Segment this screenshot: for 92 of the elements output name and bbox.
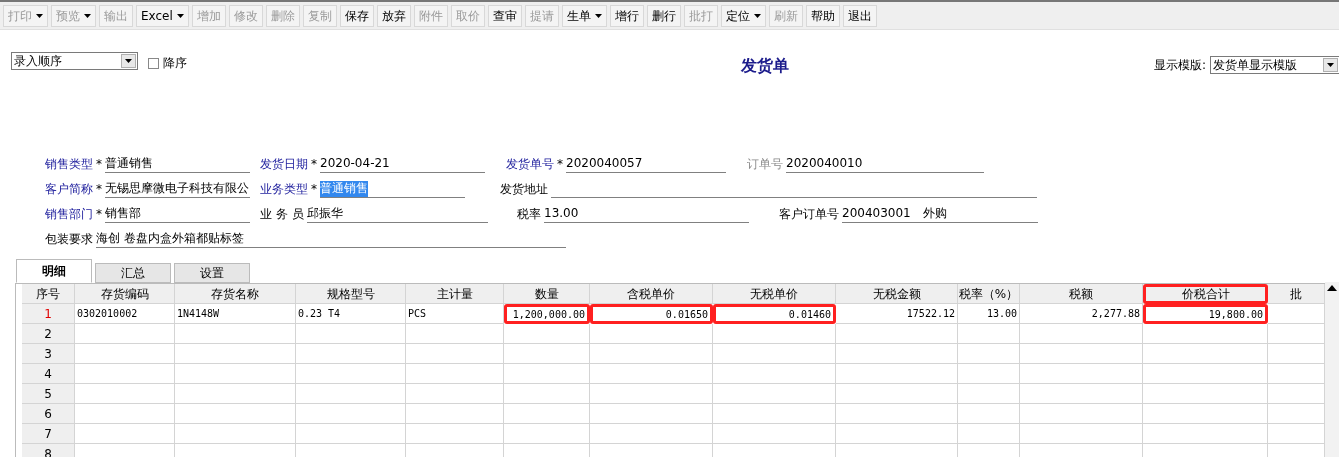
toolbar-button[interactable]: 定位	[720, 4, 766, 27]
required-mark: *	[311, 156, 317, 173]
column-header: 数量	[504, 284, 590, 304]
template-select[interactable]: 发货单显示模版	[1210, 56, 1339, 74]
toolbar-button[interactable]: 帮助	[805, 4, 840, 27]
form-title: 发货单	[741, 55, 790, 77]
text-field[interactable]: 200403001 外购	[842, 206, 1038, 223]
row-number[interactable]: 5	[22, 384, 75, 404]
table-cell: 17522.12	[836, 304, 958, 324]
row-number[interactable]: 3	[22, 344, 75, 364]
tab[interactable]: 汇总	[95, 263, 171, 283]
table-cell: 13.00	[958, 304, 1020, 324]
tab[interactable]: 设置	[174, 263, 250, 283]
field-label: 订单号	[747, 156, 783, 173]
toolbar-button[interactable]: 生单	[561, 4, 607, 27]
column-header: 税额	[1020, 284, 1143, 304]
field-label: 销售类型	[45, 156, 93, 173]
table-cell: 1N4148W	[175, 304, 296, 324]
table-cell	[958, 424, 1020, 444]
field-label: 发货日期	[260, 156, 308, 173]
text-field[interactable]: 2020-04-21	[320, 156, 485, 173]
caret-icon	[753, 13, 761, 18]
row-number[interactable]: 7	[22, 424, 75, 444]
column-header: 价税合计	[1143, 284, 1268, 304]
toolbar-button[interactable]: 删行	[646, 4, 681, 27]
field-label: 业务类型	[260, 181, 308, 198]
required-mark: *	[557, 156, 563, 173]
field-label: 业 务 员	[260, 206, 304, 223]
required-mark: *	[96, 156, 102, 173]
scrollbar[interactable]	[1325, 282, 1339, 457]
table-cell: 2,277.88	[1020, 304, 1143, 324]
row-number[interactable]: 6	[22, 404, 75, 424]
text-field[interactable]: 无锡思摩微电子科技有限公	[105, 181, 250, 198]
row-number[interactable]: 4	[22, 364, 75, 384]
table-cell: 19,800.00	[1143, 304, 1268, 324]
column-header: 无税金额	[836, 284, 958, 304]
field-label: 发货单号	[506, 156, 554, 173]
column-header: 存货编码	[75, 284, 175, 304]
table-cell	[958, 404, 1020, 424]
table-cell: PCS	[406, 304, 504, 324]
caret-icon	[176, 13, 184, 18]
text-field[interactable]: 海创 卷盘内盒外箱都贴标签	[96, 231, 566, 248]
sort-select[interactable]: 录入顺序	[11, 52, 138, 70]
template-label: 显示模版:	[1153, 57, 1206, 74]
toolbar-button[interactable]: 退出	[842, 4, 877, 27]
toolbar-button[interactable]: 放弃	[376, 4, 411, 27]
dropdown-arrow-icon	[1327, 63, 1334, 67]
caret-icon	[594, 13, 602, 18]
field-label: 税率	[517, 206, 541, 223]
text-field[interactable]: 13.00	[544, 206, 749, 223]
row-number[interactable]: 8	[22, 444, 75, 457]
table-cell	[958, 384, 1020, 404]
required-mark: *	[311, 181, 317, 198]
text-field[interactable]: 普通销售	[105, 156, 250, 173]
dropdown-arrow-icon	[125, 59, 132, 63]
field-label: 客户订单号	[779, 206, 839, 223]
required-mark: *	[96, 206, 102, 223]
required-mark: *	[96, 181, 102, 198]
field-label: 发货地址	[500, 181, 548, 198]
column-header: 无税单价	[713, 284, 836, 304]
table-cell	[958, 364, 1020, 384]
field-label: 销售部门	[45, 206, 93, 223]
column-header: 规格型号	[296, 284, 406, 304]
table-cell: 0.01460	[713, 304, 836, 324]
column-header: 主计量	[406, 284, 504, 304]
toolbar-button[interactable]: Excel	[136, 4, 189, 27]
table-cell: 0302010002	[75, 304, 175, 324]
scroll-up-icon[interactable]	[1327, 285, 1337, 291]
toolbar-button[interactable]: 保存	[339, 4, 374, 27]
toolbar-button[interactable]: 增行	[609, 4, 644, 27]
column-header: 存货名称	[175, 284, 296, 304]
text-field[interactable]: 2020040057	[566, 156, 726, 173]
caret-icon	[36, 13, 43, 18]
checkbox[interactable]	[148, 57, 159, 69]
caret-icon	[84, 13, 91, 18]
checkbox-label: 降序	[163, 55, 187, 72]
table-cell	[958, 344, 1020, 364]
column-header: 税率（%）	[958, 284, 1020, 304]
field-label: 包装要求	[45, 231, 93, 248]
table-cell: 0.01650	[590, 304, 713, 324]
row-number[interactable]: 1	[22, 304, 75, 324]
text-field[interactable]: 邱振华	[306, 206, 488, 223]
field-label: 客户简称	[45, 181, 93, 198]
text-field[interactable]: 销售部	[105, 206, 250, 223]
table-cell: 0.23 T4	[296, 304, 406, 324]
table-cell	[958, 324, 1020, 344]
text-field[interactable]: 普通销售	[320, 181, 465, 198]
row-number[interactable]: 2	[22, 324, 75, 344]
tab[interactable]: 明细	[16, 259, 92, 283]
toolbar-button[interactable]: 查审	[487, 4, 522, 27]
column-header: 含税单价	[590, 284, 713, 304]
table-cell: 1,200,000.00	[504, 304, 590, 324]
